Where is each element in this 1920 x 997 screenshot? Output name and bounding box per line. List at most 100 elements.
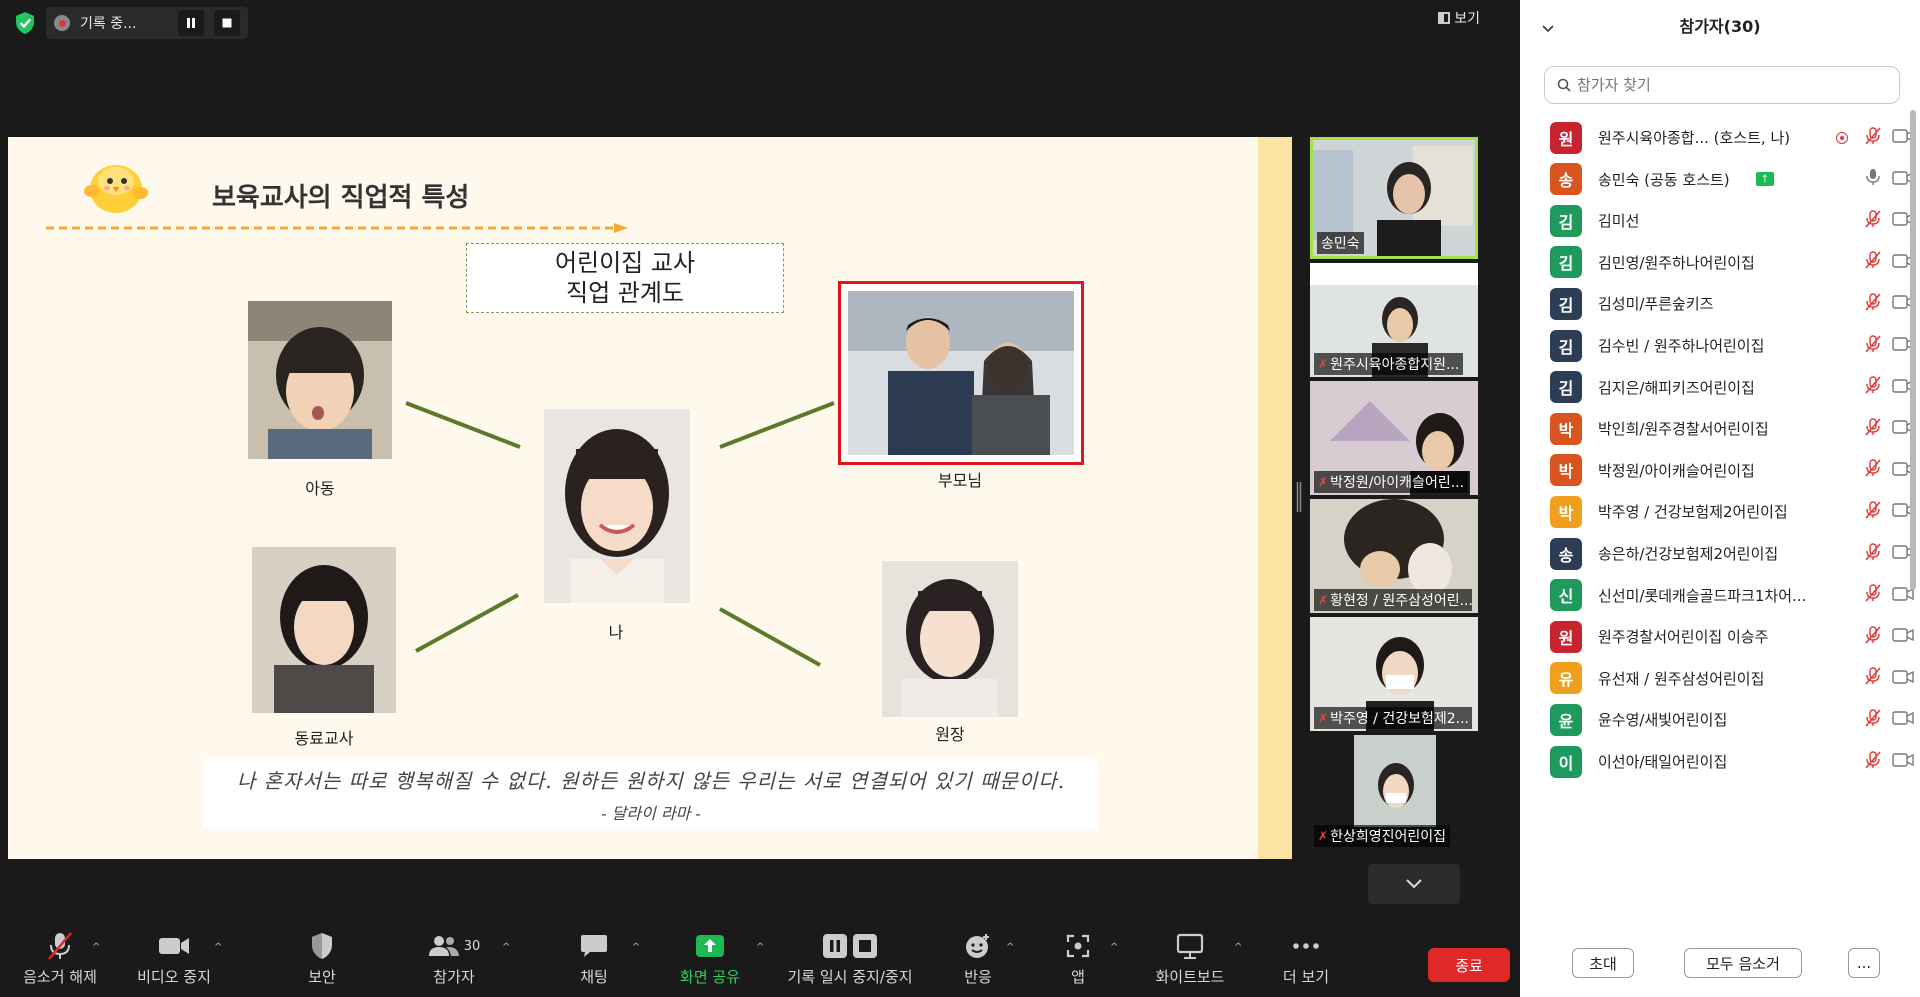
muted-mic-icon [1864, 293, 1882, 315]
whiteboard-button[interactable]: 화이트보드 ^ [1130, 930, 1250, 987]
participant-name: 송민숙 (공동 호스트) [1598, 170, 1730, 189]
sharing-screen-icon: ↑ [1756, 172, 1774, 187]
video-off-icon [1892, 710, 1914, 729]
video-tile-name: ✗ 박정원/아이캐슬어린... [1314, 471, 1469, 493]
participant-avatar: 윤 [1550, 703, 1582, 736]
video-tile-name: ✗ 황현정 / 원주삼성어린... [1314, 589, 1472, 611]
muted-mic-icon [1864, 334, 1882, 357]
me-portrait [544, 409, 690, 603]
participant-name: 유선재 / 원주삼성어린이집 [1598, 669, 1765, 688]
collapse-chevron-icon[interactable] [1542, 18, 1554, 37]
participant-media-status [1864, 667, 1914, 689]
stop-video-button[interactable]: 비디오 중지 ^ [114, 930, 234, 987]
security-button[interactable]: 보안 [262, 930, 382, 987]
participant-list-scrollbar[interactable] [1910, 110, 1916, 590]
participant-name: 신선미/롯데캐슬골드파크1차어... [1598, 586, 1807, 605]
participant-name: 김수빈 / 원주하나어린이집 [1598, 337, 1765, 355]
view-label: 보기 [1454, 11, 1480, 27]
more-button[interactable]: 더 보기 [1246, 930, 1366, 987]
muted-mic-icon [1864, 417, 1882, 440]
chevron-up-icon[interactable]: ^ [1110, 942, 1118, 953]
mute-all-button[interactable]: 모두 음소거 [1684, 948, 1802, 978]
view-layout-icon [1438, 12, 1451, 24]
participant-avatar: 유 [1550, 662, 1582, 695]
director-portrait [882, 561, 1018, 717]
participant-search-box[interactable] [1544, 66, 1900, 104]
video-tile[interactable]: ✗ 박주영 / 건강보험제2... [1310, 617, 1478, 731]
video-tile-name: 송민숙 [1317, 232, 1364, 254]
participant-search-input[interactable] [1577, 76, 1877, 94]
video-tile[interactable]: ✗ 박정원/아이캐슬어린... [1310, 381, 1478, 495]
share-screen-icon [695, 930, 725, 962]
whiteboard-icon [1176, 930, 1204, 962]
participant-media-status [1864, 417, 1914, 440]
participant-name: 박정원/아이캐슬어린이집 [1598, 461, 1755, 480]
participants-button[interactable]: 30 참가자 ^ [394, 930, 514, 987]
participant-avatar: 김 [1550, 204, 1582, 237]
muted-mic-icon [1864, 667, 1882, 689]
participant-name: 박주영 / 건강보험제2어린이집 [1598, 503, 1788, 522]
pause-stop-recording-icon [822, 930, 878, 962]
stop-recording-button[interactable] [214, 10, 240, 36]
panel-footer: 초대 모두 음소거 ... [1520, 948, 1920, 988]
participant-media-status [1864, 209, 1914, 232]
chevron-up-icon[interactable]: ^ [502, 942, 510, 953]
share-screen-button[interactable]: 화면 공유 ^ [650, 930, 770, 987]
muted-mic-icon [1864, 376, 1882, 398]
apps-button[interactable]: 앱 ^ [1018, 930, 1138, 987]
chevron-up-icon[interactable]: ^ [214, 942, 222, 953]
panel-splitter-handle[interactable] [1296, 482, 1302, 512]
panel-more-button[interactable]: ... [1848, 948, 1880, 978]
participants-panel: 참가자(30) 원 원주시육아종합... (호스트, 나) 송 송민숙 (공동 호스트… [1520, 0, 1920, 997]
participant-name: 송은하/건강보험제2어린이집 [1598, 545, 1779, 563]
unmute-button[interactable]: 음소거 해제 ^ [0, 930, 120, 987]
muted-mic-icon [1864, 209, 1882, 232]
chevron-up-icon[interactable]: ^ [1234, 942, 1242, 953]
participant-name: 김지은/해피키즈어린이집 [1598, 378, 1755, 397]
chevron-up-icon[interactable]: ^ [92, 942, 100, 953]
recording-indicator: 기록 중... [46, 7, 248, 39]
participant-row[interactable]: 이 이선아/태일어린이집 [1520, 736, 1914, 787]
video-tile[interactable]: ✗ 원주시육아종합지원... [1310, 263, 1478, 377]
participant-media-status [1864, 459, 1914, 481]
panel-header: 참가자(30) [1520, 0, 1920, 50]
video-tile[interactable]: ✗ 한상희영진어린이집 [1310, 735, 1478, 849]
video-off-icon [1892, 669, 1914, 688]
participant-avatar: 송 [1550, 163, 1582, 196]
participant-media-status [1864, 584, 1914, 606]
pause-recording-button[interactable] [178, 10, 204, 36]
coworker-caption: 동료교사 [294, 729, 354, 748]
muted-mic-icon [1864, 251, 1882, 273]
muted-mic-icon: ✗ [1318, 593, 1329, 607]
participant-media-status [1864, 168, 1914, 190]
recording-status-icon [1836, 131, 1848, 144]
muted-mic-icon: ✗ [1318, 711, 1329, 725]
chevron-up-icon[interactable]: ^ [1006, 942, 1014, 953]
chevron-up-icon[interactable]: ^ [632, 942, 640, 953]
view-button[interactable]: 보기 [1438, 8, 1480, 28]
pause-stop-recording-button[interactable]: 기록 일시 중지/중지 [770, 930, 930, 987]
participant-media-status [1864, 293, 1914, 315]
chat-button[interactable]: 채팅 ^ [534, 930, 654, 987]
participant-avatar: 송 [1550, 537, 1582, 570]
muted-mic-icon [1864, 501, 1882, 523]
quote-box: 나 혼자서는 따로 행복해질 수 없다. 원하든 원하지 않든 우리는 서로 연… [204, 759, 1098, 829]
coworker-portrait [252, 547, 396, 713]
participant-media-status [1864, 376, 1914, 398]
participant-name: 원주시육아종합... (호스트, 나) [1598, 129, 1791, 147]
chevron-up-icon[interactable]: ^ [756, 942, 764, 953]
video-tile[interactable]: ✗ 황현정 / 원주삼성어린... [1310, 499, 1478, 613]
end-meeting-button[interactable]: 종료 [1428, 948, 1510, 982]
participants-count: 30 [463, 938, 481, 954]
participant-avatar: 박 [1550, 454, 1582, 487]
video-tile[interactable]: 송민숙 [1310, 137, 1478, 259]
participant-name: 김성미/푸른숲키즈 [1598, 295, 1714, 314]
participant-name: 김미선 [1598, 212, 1640, 231]
parents-caption: 부모님 [937, 471, 983, 490]
video-off-icon [1892, 627, 1914, 646]
participant-avatar: 원 [1550, 620, 1582, 653]
more-dots-icon [1292, 930, 1320, 962]
scroll-video-strip-down-button[interactable] [1368, 864, 1460, 904]
encryption-shield-icon[interactable] [12, 10, 38, 36]
invite-button[interactable]: 초대 [1572, 948, 1634, 978]
